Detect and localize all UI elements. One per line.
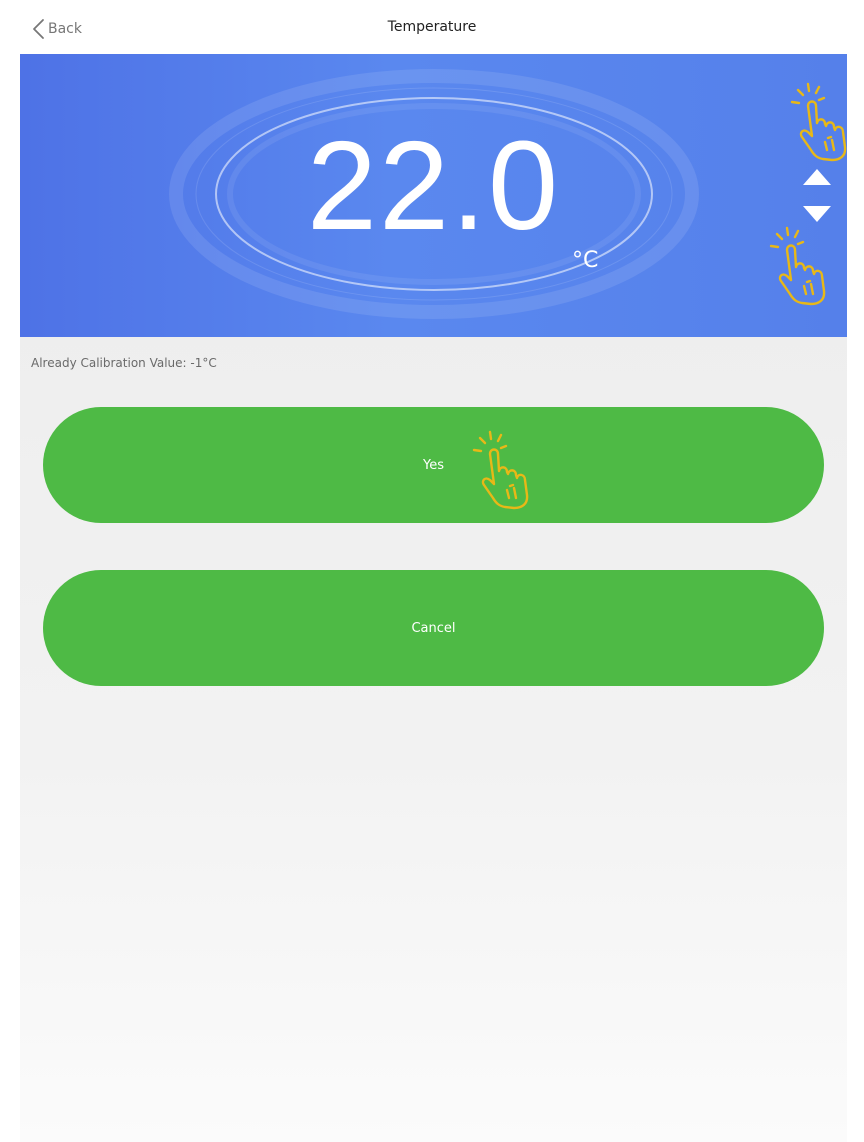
increase-temperature-button[interactable] bbox=[801, 166, 833, 188]
triangle-down-icon bbox=[803, 206, 831, 222]
yes-button-label: Yes bbox=[423, 457, 444, 473]
temperature-value: 22.0 bbox=[306, 115, 561, 256]
tap-hand-icon bbox=[472, 430, 529, 510]
top-bar: Back Temperature bbox=[0, 0, 864, 54]
content-area: 22.0 °C Already Calibration Value: -1°C … bbox=[20, 54, 847, 1142]
cancel-button-label: Cancel bbox=[411, 620, 456, 636]
triangle-up-icon bbox=[803, 169, 831, 185]
decrease-temperature-button[interactable] bbox=[801, 203, 833, 225]
page-title: Temperature bbox=[387, 19, 477, 35]
temperature-unit: °C bbox=[572, 248, 599, 273]
tap-hand-icon bbox=[790, 82, 847, 162]
temperature-panel: 22.0 °C bbox=[20, 54, 847, 337]
calibration-value-text: Already Calibration Value: -1°C bbox=[31, 356, 217, 370]
yes-button[interactable]: Yes bbox=[43, 407, 824, 523]
tap-hand-icon bbox=[769, 226, 826, 306]
cancel-button[interactable]: Cancel bbox=[43, 570, 824, 686]
